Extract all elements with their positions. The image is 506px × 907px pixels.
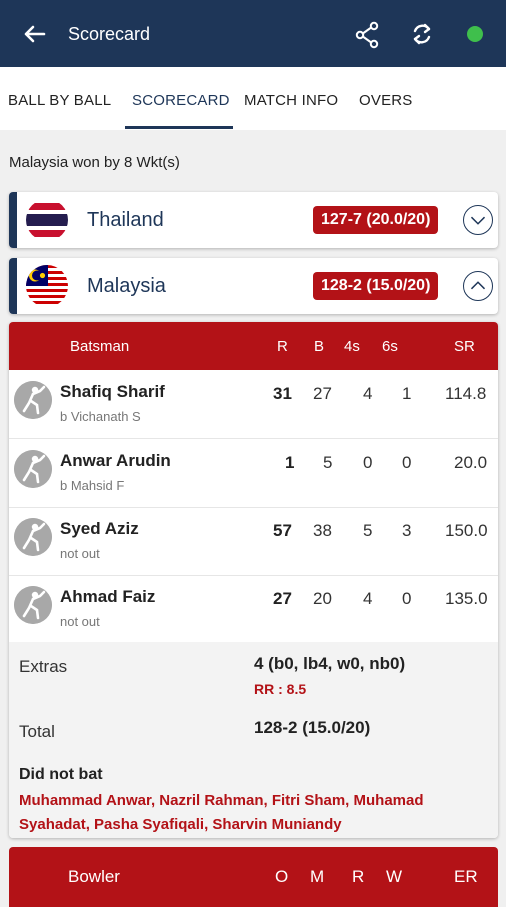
batsman-name: Anwar Arudin	[60, 451, 171, 470]
batsman-name: Syed Aziz	[60, 519, 139, 538]
team-name: Thailand	[87, 209, 164, 231]
header-balls: B	[314, 338, 325, 355]
strike-rate-value: 150.0	[445, 521, 488, 540]
batsman-avatar-icon	[14, 381, 52, 419]
header-runs-conceded: R	[352, 867, 365, 886]
fours-value: 4	[363, 384, 373, 403]
batsman-avatar-icon	[14, 518, 52, 556]
runs-value: 57	[273, 521, 292, 540]
dismissal-text: not out	[60, 614, 100, 629]
batsman-name: Shafiq Sharif	[60, 382, 165, 401]
strike-rate-value: 135.0	[445, 589, 488, 608]
sixes-value: 0	[402, 453, 412, 472]
team-accent-bar	[9, 258, 17, 314]
batsman-name: Ahmad Faiz	[60, 587, 156, 606]
tab-overs[interactable]: OVERS	[359, 92, 413, 109]
balls-value: 20	[313, 589, 332, 608]
team-score-badge: 127-7 (20.0/20)	[313, 206, 439, 234]
live-status-dot	[467, 26, 483, 42]
tab-ball-by-ball[interactable]: BALL BY BALL	[8, 92, 111, 109]
match-result: Malaysia won by 8 Wkt(s)	[9, 154, 180, 171]
team-header-malaysia[interactable]: Malaysia 128-2 (15.0/20)	[9, 258, 498, 314]
header-fours: 4s	[344, 338, 360, 355]
runs-value: 31	[273, 384, 292, 403]
dismissal-text: b Vichanath S	[60, 409, 141, 424]
sixes-value: 0	[402, 589, 412, 608]
table-row[interactable]: Syed Aziz not out 57 38 5 3 150.0	[9, 507, 498, 576]
batsman-avatar-icon	[14, 586, 52, 624]
active-tab-indicator	[125, 126, 233, 129]
tab-match-info[interactable]: MATCH INFO	[244, 92, 338, 109]
strike-rate-value: 20.0	[454, 453, 488, 472]
team-score-badge: 128-2 (15.0/20)	[313, 272, 439, 300]
sixes-value: 3	[402, 521, 412, 540]
balls-value: 27	[313, 384, 332, 403]
page-title: Scorecard	[68, 24, 151, 44]
chevron-down-icon[interactable]	[463, 205, 493, 235]
header-bowler: Bowler	[68, 867, 120, 886]
table-row[interactable]: Ahmad Faiz not out 27 20 4 0 135.0	[9, 575, 498, 643]
run-rate: RR : 8.5	[254, 681, 307, 697]
team-header-thailand[interactable]: Thailand 127-7 (20.0/20)	[9, 192, 498, 248]
header-overs: O	[275, 867, 289, 886]
batting-summary: Extras 4 (b0, lb4, w0, nb0) RR : 8.5 Tot…	[9, 642, 498, 838]
team-accent-bar	[9, 192, 17, 248]
fours-value: 4	[363, 589, 373, 608]
back-arrow-icon[interactable]	[18, 18, 50, 50]
extras-label: Extras	[19, 657, 68, 676]
header-wickets: W	[386, 867, 403, 886]
batsman-avatar-icon	[14, 450, 52, 488]
header-economy: ER	[454, 867, 478, 886]
tab-bar: BALL BY BALL SCORECARD MATCH INFO OVERS	[0, 67, 506, 130]
balls-value: 38	[313, 521, 332, 540]
header-maidens: M	[310, 867, 325, 886]
app-bar: Scorecard	[0, 0, 506, 67]
thailand-flag-icon	[26, 199, 68, 241]
runs-value: 27	[273, 589, 292, 608]
chevron-up-icon[interactable]	[463, 271, 493, 301]
header-strike-rate: SR	[454, 338, 475, 355]
team-name: Malaysia	[87, 275, 166, 297]
malaysia-flag-icon	[26, 265, 68, 307]
table-row[interactable]: Shafiq Sharif b Vichanath S 31 27 4 1 11…	[9, 370, 498, 439]
total-value: 128-2 (15.0/20)	[254, 718, 371, 737]
share-icon[interactable]	[354, 21, 380, 49]
total-label: Total	[19, 722, 55, 741]
dismissal-text: not out	[60, 546, 100, 561]
header-sixes: 6s	[382, 338, 398, 355]
fours-value: 5	[363, 521, 373, 540]
table-row[interactable]: Anwar Arudin b Mahsid F 1 5 0 0 20.0	[9, 439, 498, 508]
runs-value: 1	[285, 453, 295, 472]
refresh-icon[interactable]	[408, 20, 436, 48]
bowling-table-header: Bowler O M R W ER	[9, 847, 498, 907]
balls-value: 5	[323, 453, 333, 472]
fours-value: 0	[363, 453, 373, 472]
extras-value: 4 (b0, lb4, w0, nb0)	[254, 654, 406, 673]
header-runs: R	[277, 338, 288, 355]
tab-scorecard[interactable]: SCORECARD	[132, 92, 230, 109]
strike-rate-value: 114.8	[445, 384, 487, 403]
sixes-value: 1	[402, 384, 412, 403]
batting-table-header: Batsman R B 4s 6s SR	[9, 322, 498, 370]
did-not-bat-list: Muhammad Anwar, Nazril Rahman, Fitri Sha…	[19, 792, 424, 833]
dismissal-text: b Mahsid F	[60, 478, 125, 493]
header-batsman: Batsman	[70, 338, 130, 355]
did-not-bat-title: Did not bat	[19, 766, 103, 783]
